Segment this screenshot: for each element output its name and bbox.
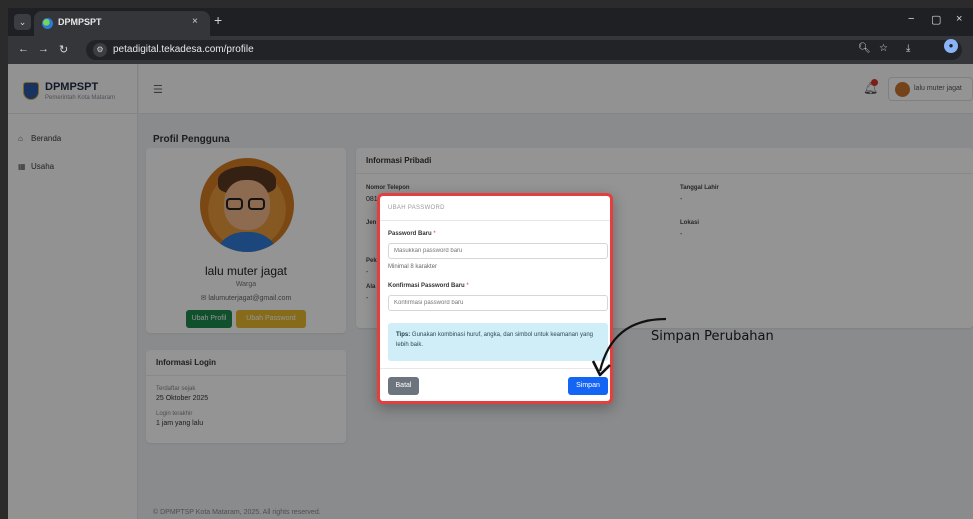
- annotation-text: Simpan Perubahan: [651, 329, 774, 344]
- required-mark: *: [433, 231, 436, 237]
- confirm-password-label-text: Konfirmasi Password Baru: [388, 283, 465, 289]
- required-mark: *: [466, 283, 469, 289]
- tips-box: Tips: Gunakan kombinasi huruf, angka, da…: [388, 323, 608, 361]
- browser-window: ⌄ DPMPSPT × + − ▢ × ← → ↻ ⚙ petadigital.…: [8, 8, 973, 519]
- back-icon[interactable]: ←: [18, 43, 29, 55]
- zoom-icon[interactable]: 🔍︎: [858, 43, 871, 54]
- confirm-password-label: Konfirmasi Password Baru *: [388, 283, 469, 289]
- new-password-label-text: Password Baru: [388, 231, 432, 237]
- forward-icon[interactable]: →: [38, 43, 49, 55]
- password-min-hint: Minimal 8 karakter: [388, 264, 438, 270]
- tip-label: Tips:: [396, 332, 411, 338]
- tip-text: Gunakan kombinasi huruf, angka, dan simb…: [396, 332, 594, 348]
- new-password-label: Password Baru *: [388, 231, 436, 237]
- tab-close-icon[interactable]: ×: [192, 16, 198, 27]
- address-bar: ← → ↻ ⚙ petadigital.tekadesa.com/profile…: [8, 36, 973, 64]
- browser-tab[interactable]: DPMPSPT ×: [34, 11, 210, 36]
- cancel-button[interactable]: Batal: [388, 377, 419, 395]
- browser-profile-icon[interactable]: ●: [944, 39, 958, 53]
- new-password-input[interactable]: [388, 243, 608, 259]
- new-tab-button[interactable]: +: [214, 12, 222, 28]
- tab-title: DPMPSPT: [58, 17, 102, 27]
- tab-search-icon[interactable]: ⌄: [14, 14, 31, 30]
- modal-title: UBAH PASSWORD: [388, 205, 445, 211]
- download-icon[interactable]: ⤓: [906, 43, 910, 54]
- favicon-icon: [42, 18, 53, 29]
- tab-bar: ⌄ DPMPSPT × + − ▢ ×: [8, 8, 973, 36]
- bookmark-star-icon[interactable]: ☆: [879, 43, 888, 54]
- confirm-password-input[interactable]: [388, 295, 608, 311]
- url-text[interactable]: petadigital.tekadesa.com/profile: [113, 44, 254, 55]
- minimize-button[interactable]: −: [908, 13, 914, 25]
- maximize-button[interactable]: ▢: [931, 13, 941, 26]
- reload-icon[interactable]: ↻: [59, 43, 68, 56]
- site-info-icon[interactable]: ⚙: [93, 43, 107, 57]
- close-window-button[interactable]: ×: [956, 13, 962, 25]
- omnibox[interactable]: ⚙ petadigital.tekadesa.com/profile 🔍︎ ☆ …: [86, 40, 962, 60]
- modal-divider: [380, 220, 610, 221]
- modal-footer-divider: [380, 368, 610, 369]
- annotation-arrow-icon: [591, 317, 667, 377]
- change-password-modal: UBAH PASSWORD Password Baru * Minimal 8 …: [377, 193, 613, 404]
- web-page: DPMPSPT Pemerintah Kota Mataram ⌂ Beranda…: [8, 64, 973, 519]
